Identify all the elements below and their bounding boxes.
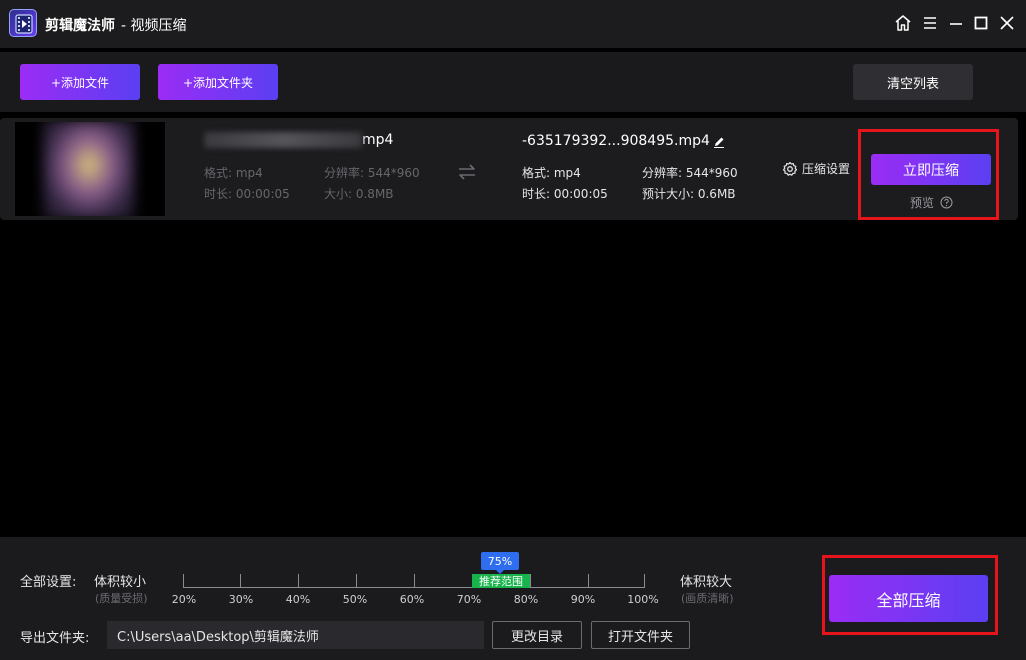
thumbnail-image [43,122,135,216]
maximize-icon[interactable] [971,13,991,33]
output-duration: 时长: 00:00:05 [522,187,608,201]
menu-icon[interactable] [920,13,940,33]
smaller-size-hint: (质量受损) [95,592,148,605]
gear-icon [782,161,798,176]
larger-size-label: 体积较大 [680,575,733,590]
source-format: 格式: mp4 [204,166,263,180]
title-bar: 剪辑魔法师 - 视频压缩 [0,0,1026,48]
clear-list-button[interactable]: 清空列表 [853,64,973,100]
tick-label: 80% [513,593,539,606]
change-directory-button[interactable]: 更改目录 [492,621,582,649]
tick-label: 40% [285,593,311,606]
slider-tick [183,574,184,587]
export-path-field[interactable]: C:\Users\aa\Desktop\剪辑魔法师 [107,621,484,649]
compress-settings-button[interactable]: 压缩设置 [782,160,850,177]
tick-label: 20% [171,593,197,606]
smaller-size-label: 体积较小 [94,575,147,590]
preview-button[interactable]: 预览 [910,194,953,211]
tick-label: 50% [342,593,368,606]
output-resolution: 分辨率: 544*960 [642,166,738,180]
open-folder-button[interactable]: 打开文件夹 [591,621,690,649]
compress-all-button[interactable]: 全部压缩 [829,575,988,622]
output-format: 格式: mp4 [522,166,581,180]
app-logo-icon [9,9,37,37]
slider-tick [298,574,299,587]
tick-label: 90% [570,593,596,606]
tick-label: 30% [228,593,254,606]
slider-tick [356,574,357,587]
blurred-filename [204,132,362,148]
help-icon[interactable] [940,196,953,209]
tick-label: 100% [627,593,659,606]
home-icon[interactable] [893,13,913,33]
slider-tick [240,574,241,587]
slider-tick [588,574,589,587]
compress-now-button[interactable]: 立即压缩 [871,154,991,185]
slider-value-bubble[interactable]: 75% [481,552,519,574]
add-file-button[interactable]: +添加文件 [20,64,140,100]
slider-tick [414,574,415,587]
global-settings-label: 全部设置: [20,575,77,590]
app-name: 剪辑魔法师 [45,18,115,34]
export-folder-label: 导出文件夹: [20,631,90,646]
slider-track[interactable] [183,587,645,588]
edit-icon[interactable] [712,134,726,153]
source-file-name: mp4 [204,132,393,148]
tick-label: 70% [456,593,482,606]
larger-size-hint: (画质清晰) [681,592,734,605]
slider-tick [530,574,531,587]
source-file-ext: mp4 [362,132,394,148]
video-thumbnail [15,122,165,216]
close-icon[interactable] [997,13,1017,33]
output-file-name: -635179392...908495.mp4 [522,133,710,149]
source-size: 大小: 0.8MB [324,187,394,201]
add-folder-button[interactable]: +添加文件夹 [158,64,278,100]
source-duration: 时长: 00:00:05 [204,187,290,201]
minimize-icon[interactable] [946,13,966,33]
recommended-range: 推荐范围 [472,574,530,588]
preview-label: 预览 [910,196,935,210]
output-est-size: 预计大小: 0.6MB [642,187,736,201]
window-subtitle: - 视频压缩 [121,18,187,34]
slider-tick [644,574,645,587]
tick-label: 60% [399,593,425,606]
convert-arrows-icon [456,162,478,186]
compress-settings-label: 压缩设置 [802,162,851,176]
source-resolution: 分辨率: 544*960 [324,166,420,180]
